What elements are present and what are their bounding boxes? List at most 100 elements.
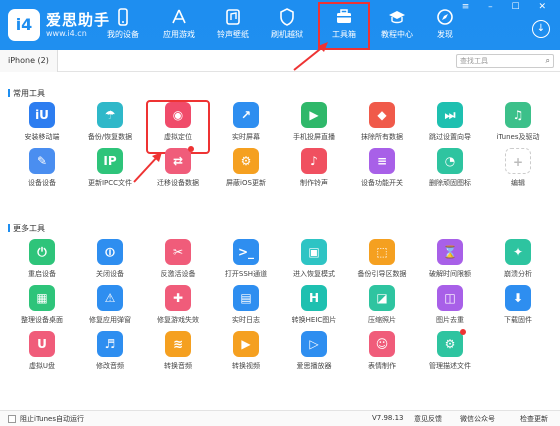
tool-label: 转换音频 [164,362,192,370]
wechat-link[interactable]: 微信公众号 [460,414,495,424]
tool-item[interactable]: ⏼ 关闭设备 [80,239,140,289]
tool-icon: IP [97,148,123,174]
tool-icon: ♬ [97,331,123,357]
tool-label: 屏蔽iOS更新 [226,179,266,187]
tool-label: 抹除所有数据 [361,133,403,141]
tool-item[interactable]: ≋ 转换音频 [148,331,208,381]
tool-label: 手机投屏直播 [293,133,335,141]
nav-my-device[interactable]: 我的设备 [98,6,148,46]
section-title-more: 更多工具 [8,223,45,234]
tool-icon: ⌛ [437,239,463,265]
tool-icon: U [29,331,55,357]
tool-icon: H [301,285,327,311]
tool-item[interactable]: ☂ 备份/恢复数据 [80,102,140,152]
search-input[interactable]: 查找工具 ⌕ [456,54,554,68]
tool-item[interactable]: ≡ 设备功能开关 [352,148,412,198]
tool-item[interactable]: ↗ 实时屏幕 [216,102,276,152]
tool-item[interactable]: ⬇ 下载固件 [488,285,548,335]
tool-item[interactable]: iU 安装移动端 [12,102,72,152]
feedback-link[interactable]: 意见反馈 [414,414,442,424]
tool-item[interactable]: ⚙ 屏蔽iOS更新 [216,148,276,198]
tool-label: 设备设备 [28,179,56,187]
device-bar: iPhone (2) 查找工具 ⌕ [0,50,560,72]
tool-item[interactable]: ✦ 崩溃分析 [488,239,548,289]
tool-label: 进入恢复模式 [293,270,335,278]
tool-label: 表情制作 [368,362,396,370]
tool-icon: ↗ [233,102,259,128]
search-icon[interactable]: ⌕ [546,55,550,67]
tool-label: 备份引导区数据 [357,270,407,278]
tool-item[interactable]: ⚙ 管理描述文件 [420,329,480,381]
tool-item[interactable]: ◪ 压缩照片 [352,285,412,335]
tool-item[interactable]: ▶ 手机投屏直播 [284,102,344,152]
device-tab[interactable]: iPhone (2) [0,50,58,72]
tool-item[interactable]: ◆ 抹除所有数据 [352,102,412,152]
tool-label: 转换HEIC图片 [291,316,337,324]
tool-item[interactable]: U 虚拟U盘 [12,331,72,381]
tool-icon: ◫ [437,285,463,311]
window-controls[interactable]: ≡ – ☐ ✕ [462,2,554,12]
tool-label: 删除顽固图标 [429,179,471,187]
tool-item[interactable]: ⬚ 备份引导区数据 [352,239,412,289]
tool-item[interactable]: ⌛ 破解时间限额 [420,239,480,289]
tool-label: 图片去重 [436,316,464,324]
tool-icon: iU [29,102,55,128]
tool-label: 下载固件 [504,316,532,324]
nav-ringtones-wallpapers[interactable]: 铃声壁纸 [208,6,258,46]
nav-tutorials[interactable]: 教程中心 [372,6,422,46]
tool-item[interactable]: ◔ 删除顽固图标 [420,148,480,198]
appstore-icon [172,9,186,24]
tool-item[interactable]: + 编辑 [488,148,548,198]
tool-item[interactable]: >_ 打开SSH通道 [216,239,276,289]
tool-item[interactable]: ♬ 修改音频 [80,331,140,381]
tool-label: 反激活设备 [160,270,196,278]
version-label: V7.98.13 [372,414,404,422]
search-placeholder: 查找工具 [460,57,488,65]
tool-item[interactable]: ☺ 表情制作 [352,331,412,381]
tool-icon: ⚙ [233,148,259,174]
nav-label: 教程中心 [381,30,413,39]
tool-item[interactable]: H 转换HEIC图片 [284,285,344,335]
auto-itunes-checkbox[interactable] [8,415,16,423]
tool-icon: ☺ [369,331,395,357]
tool-item[interactable]: ▤ 实时日志 [216,285,276,335]
annotation-arrow-location [133,152,162,183]
tool-label: 制作铃声 [300,179,328,187]
tool-item[interactable]: ▶ 转换视频 [216,331,276,381]
check-update-link[interactable]: 检查更新 [520,414,548,424]
tool-item[interactable]: ▷ 爱思播放器 [284,331,344,381]
tool-icon: ◪ [369,285,395,311]
tool-label: 安装移动端 [24,133,60,141]
tool-item[interactable]: ✚ 修复游戏失效 [148,285,208,335]
tool-icon: ⏼ [97,239,123,265]
tool-item[interactable]: ◫ 图片去重 [420,285,480,335]
tool-item[interactable]: ✎ 设备设备 [12,148,72,198]
tool-label: 实时日志 [232,316,260,324]
tool-item[interactable]: ▣ 进入恢复模式 [284,239,344,289]
tool-icon: ⏻ [29,239,55,265]
tool-icon: ▣ [301,239,327,265]
nav-discover[interactable]: 发现 [420,6,470,46]
tool-item[interactable]: ♪ 制作铃声 [284,148,344,198]
tool-item[interactable]: ◉ 虚拟定位 [146,100,210,154]
tool-icon: ≡ [369,148,395,174]
tool-icon: ♫ [505,102,531,128]
tool-label: 虚拟U盘 [28,362,56,370]
nav-label: 工具箱 [332,30,356,39]
tool-item[interactable]: ⏭ 跳过设置向导 [420,102,480,152]
top-toolbar: i4 爱思助手 www.i4.cn 我的设备 应用游戏 铃声壁纸 刷机越狱 工具… [0,0,560,50]
tool-item[interactable]: ▦ 整理设备桌面 [12,285,72,335]
tool-item[interactable]: ✂ 反激活设备 [148,239,208,289]
tool-label: 重启设备 [28,270,56,278]
tool-icon: ▤ [233,285,259,311]
tool-item[interactable]: ♫ iTunes及驱动 [488,102,548,152]
tool-label: 转换视频 [232,362,260,370]
ringtone-icon [226,9,240,25]
tool-icon: ▶ [301,102,327,128]
download-icon[interactable]: ↓ [532,20,550,38]
nav-apps-games[interactable]: 应用游戏 [154,6,204,46]
tool-item[interactable]: ⚠ 修复应用弹窗 [80,285,140,335]
tool-item[interactable]: ⏻ 重启设备 [12,239,72,289]
toolbox-icon [337,9,351,23]
tool-icon: ▦ [29,285,55,311]
